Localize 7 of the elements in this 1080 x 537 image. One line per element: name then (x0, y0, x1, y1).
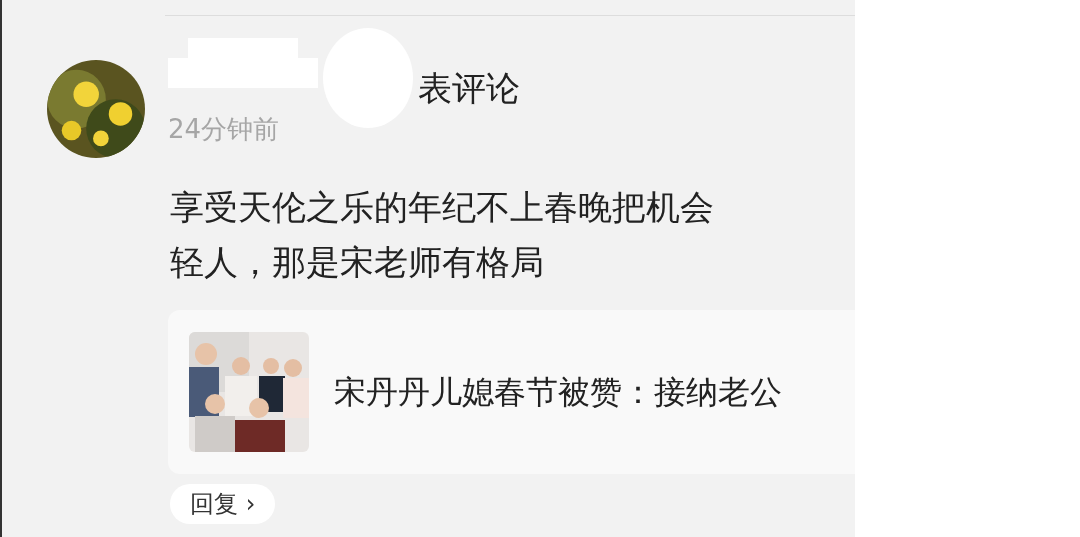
card-title: 宋丹丹儿媳春节被赞：接纳老公 (334, 372, 782, 413)
comment-text: 轻人，那是宋老师有格局 (170, 241, 545, 284)
comment-header: 表评论 (418, 66, 520, 110)
comment-time: 24分钟前 (168, 116, 281, 142)
comment-text: 享受天伦之乐的年纪不上春晚把机会 (170, 186, 715, 229)
link-card[interactable]: 宋丹丹儿媳春节被赞：接纳老公 (168, 310, 855, 474)
reply-button[interactable]: 回复 › (170, 484, 276, 524)
